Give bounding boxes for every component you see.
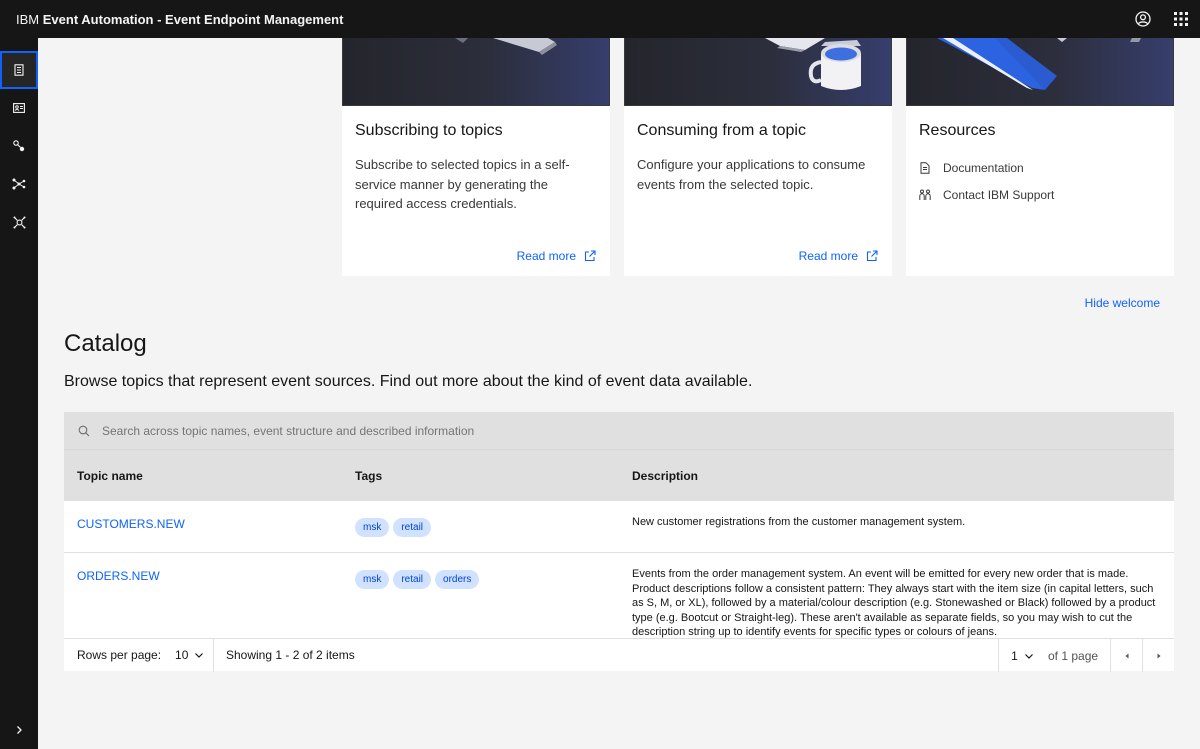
gateways-icon [13, 140, 25, 152]
hide-welcome-link[interactable]: Hide welcome [1085, 296, 1160, 310]
next-page-button[interactable] [1142, 639, 1174, 672]
tag: msk [355, 570, 390, 589]
resource-documentation[interactable]: Documentation [919, 154, 1054, 181]
row-description: New customer registrations from the cust… [632, 516, 966, 528]
rows-per-page-value: 10 [175, 648, 189, 662]
nav-control[interactable] [0, 203, 38, 241]
chevron-right-icon [17, 726, 22, 734]
resource-label: Documentation [943, 160, 1024, 175]
card-illustration [906, 38, 1174, 106]
column-header-topic-name: Topic name [77, 468, 143, 483]
rows-per-page-label: Rows per page: [77, 648, 162, 662]
card-title: Consuming from a topic [637, 122, 806, 139]
nav-topics[interactable] [0, 165, 38, 203]
rows-per-page-select[interactable]: 10 [175, 648, 204, 662]
page-count: of 1 page [1048, 648, 1099, 663]
document-icon [920, 161, 930, 174]
side-nav-rail [0, 38, 38, 749]
table-row: CUSTOMERS.NEW msk retail New customer re… [64, 501, 1174, 553]
read-more-link[interactable]: Read more [799, 249, 878, 263]
previous-page-button[interactable] [1110, 639, 1142, 672]
topic-link[interactable]: ORDERS.NEW [77, 569, 160, 583]
nav-gateways[interactable] [0, 127, 38, 165]
table-row: ORDERS.NEW msk retail orders Events from… [64, 553, 1174, 638]
page-subtitle: Browse topics that represent event sourc… [64, 373, 753, 390]
control-icon [13, 216, 25, 228]
tag: msk [355, 518, 390, 537]
welcome-card-consuming: Consuming from a topic Configure your ap… [624, 38, 892, 276]
table-header: Topic name Tags Description [64, 450, 1174, 501]
items-range: Showing 1 - 2 of 2 items [226, 648, 355, 662]
tag: orders [435, 570, 480, 589]
read-more-label: Read more [516, 249, 576, 263]
column-header-tags: Tags [355, 468, 383, 483]
resources-list: Documentation Contact IBM Support [919, 154, 1054, 208]
app-switcher-icon[interactable] [1162, 0, 1200, 38]
page-select[interactable]: 1 [998, 639, 1046, 672]
subscriptions-icon [13, 103, 25, 113]
tag-list: msk retail [355, 518, 618, 537]
topic-link[interactable]: CUSTOMERS.NEW [77, 517, 185, 531]
nav-catalog[interactable] [0, 51, 38, 89]
welcome-card-subscribing: Subscribing to topics Subscribe to selec… [342, 38, 610, 276]
app-brand[interactable]: IBM Event Automation - Event Endpoint Ma… [0, 12, 343, 27]
brand-product: Event Automation - Event Endpoint Manage… [42, 11, 344, 27]
card-description: Configure your applications to consume e… [637, 157, 866, 192]
tag: retail [393, 570, 432, 589]
chevron-down-icon [1024, 653, 1033, 659]
user-avatar-icon[interactable] [1124, 0, 1162, 38]
rail-expand-button[interactable] [0, 711, 38, 749]
pagination: Rows per page: 10 Showing 1 - 2 of 2 ite… [64, 638, 1174, 672]
read-more-label: Read more [798, 249, 858, 263]
card-title: Resources [919, 122, 996, 139]
catalog-icon [14, 64, 24, 76]
rows-per-page: Rows per page: 10 [64, 638, 214, 672]
brand-ibm: IBM [16, 11, 40, 27]
chevron-down-icon [195, 653, 204, 658]
column-header-description: Description [632, 468, 699, 483]
search-icon [78, 425, 90, 436]
caret-right-icon [1157, 653, 1160, 658]
launch-icon [866, 250, 878, 262]
support-icon [919, 189, 931, 200]
page-title: Catalog [64, 330, 147, 357]
table-body: CUSTOMERS.NEW msk retail New customer re… [64, 501, 1174, 638]
row-description: Events from the order management system.… [632, 568, 1156, 638]
top-header: IBM Event Automation - Event Endpoint Ma… [0, 0, 1200, 38]
nav-subscriptions[interactable] [0, 89, 38, 127]
resource-contact-support[interactable]: Contact IBM Support [919, 181, 1054, 208]
page-value: 1 [1011, 648, 1018, 663]
card-description: Subscribe to selected topics in a self-s… [355, 157, 570, 211]
card-title: Subscribing to topics [355, 122, 503, 139]
search-input[interactable] [102, 423, 702, 438]
table-search [64, 412, 1174, 450]
launch-icon [584, 250, 596, 262]
catalog-table: Topic name Tags Description CUSTOMERS.NE… [64, 412, 1174, 672]
caret-left-icon [1125, 653, 1128, 658]
topics-icon [12, 178, 26, 190]
resource-label: Contact IBM Support [943, 187, 1055, 202]
tag-list: msk retail orders [355, 570, 618, 589]
read-more-link[interactable]: Read more [517, 249, 596, 263]
welcome-card-resources: Resources Documentation Contact IBM Supp… [906, 38, 1174, 276]
card-illustration [624, 38, 892, 106]
card-illustration [342, 38, 610, 106]
tag: retail [393, 518, 432, 537]
